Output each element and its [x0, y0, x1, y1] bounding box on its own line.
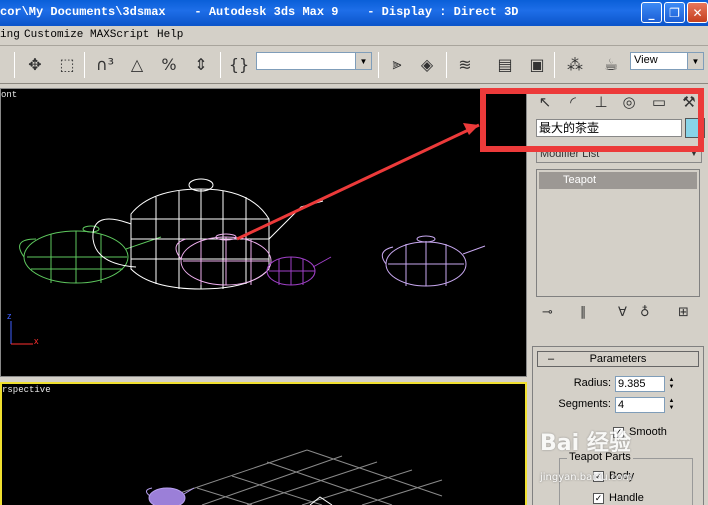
material-editor-icon[interactable]: ⁂ [562, 51, 588, 77]
menu-bar: ing Customize MAXScript Help [0, 26, 708, 46]
radius-spinner[interactable]: ▲ ▼ [667, 376, 676, 392]
front-viewport[interactable]: ont z x [0, 88, 527, 377]
align-icon[interactable]: ◈ [414, 51, 440, 77]
window-title: cor\My Documents\3dsmax - Autodesk 3ds M… [0, 5, 519, 19]
view-dropdown-value: View [634, 54, 658, 66]
show-end-result-icon[interactable]: ∥ [580, 305, 587, 320]
handle-label: Handle [609, 492, 644, 504]
render-scene-icon[interactable]: ☕ [598, 51, 624, 77]
stack-item-teapot[interactable]: Teapot [539, 172, 697, 189]
view-dropdown[interactable]: View ▼ [630, 52, 704, 70]
radius-input[interactable]: 9.385 [615, 376, 665, 392]
handle-checkbox[interactable]: ✓ [593, 493, 604, 504]
named-selection-dropdown[interactable]: ▼ [256, 52, 372, 70]
chevron-down-icon: ▼ [687, 53, 703, 69]
parameters-rollout-header[interactable]: – Parameters [537, 351, 699, 367]
spinner-snap-icon[interactable]: ⇕ [188, 51, 214, 77]
menu-item-rendering[interactable]: ing [0, 29, 20, 41]
schematic-view-icon[interactable]: ▣ [524, 51, 550, 77]
toolbar-separator [84, 52, 85, 78]
mirror-icon[interactable]: ⫸ [384, 51, 410, 77]
curve-editor-icon[interactable]: ▤ [492, 51, 518, 77]
toolbar-separator [220, 52, 221, 78]
restore-button[interactable]: ❐ [664, 2, 685, 23]
smooth-label: Smooth [629, 426, 667, 438]
toolbar-separator [14, 52, 15, 78]
title-bar: cor\My Documents\3dsmax - Autodesk 3ds M… [0, 0, 708, 26]
annotation-highlight-box [480, 88, 704, 152]
collapse-icon: – [548, 353, 555, 365]
remove-modifier-icon[interactable]: ♁ [640, 305, 650, 320]
modifier-stack: Teapot [536, 169, 700, 297]
close-button[interactable]: ✕ [687, 2, 708, 23]
purple-teapot [266, 256, 332, 286]
named-selection-icon[interactable]: {} [226, 51, 252, 77]
perspective-viewport-scene [146, 449, 443, 505]
menu-item-customize[interactable]: Customize [24, 29, 83, 41]
baidu-watermark-logo: Bai 经验 [540, 431, 631, 456]
minimize-button[interactable]: _ [641, 2, 662, 23]
menu-item-maxscript[interactable]: MAXScript [90, 29, 149, 41]
axis-label-z: z [7, 311, 12, 321]
parameters-title: Parameters [589, 353, 647, 365]
menu-item-help[interactable]: Help [157, 29, 183, 41]
green-teapot [19, 225, 162, 284]
radius-label: Radius: [573, 377, 611, 389]
axis-label-x: x [34, 336, 39, 346]
layer-manager-icon[interactable]: ≋ [452, 51, 478, 77]
configure-sets-icon[interactable]: ⊞ [678, 305, 689, 320]
annotation-arrowhead [463, 123, 479, 135]
white-teapot [92, 178, 324, 290]
front-viewport-scene [10, 123, 486, 345]
segments-input[interactable]: 4 [615, 397, 665, 413]
segments-spinner[interactable]: ▲ ▼ [667, 397, 676, 413]
segments-label: Segments: [558, 398, 611, 410]
select-move-icon[interactable]: ✥ [22, 51, 48, 77]
toolbar-separator [378, 52, 379, 78]
angle-snap-icon[interactable]: △ [124, 51, 150, 77]
percent-snap-icon[interactable]: % [156, 51, 182, 77]
chevron-down-icon: ▼ [355, 53, 371, 69]
make-unique-icon[interactable]: ∀ [618, 305, 627, 320]
pin-stack-icon[interactable]: ⊸ [542, 305, 553, 320]
main-toolbar: ✥ ⬚ ∩³ △ % ⇕ {} ▼ ⫸ ◈ ≋ ▤ ▣ ⁂ ☕ View ▼ [0, 46, 708, 84]
snap-3d-icon[interactable]: ∩³ [92, 51, 118, 77]
perspective-grid [176, 449, 443, 505]
perspective-viewport[interactable]: rspective [0, 382, 527, 505]
toolbar-separator [554, 52, 555, 78]
baidu-watermark-url: jingyan.baidu.com [540, 472, 633, 483]
select-object-icon[interactable]: ⬚ [54, 51, 80, 77]
annotation-arrow [236, 123, 480, 241]
app-window: cor\My Documents\3dsmax - Autodesk 3ds M… [0, 0, 708, 505]
toolbar-separator [446, 52, 447, 78]
lavender-teapot [381, 235, 486, 287]
